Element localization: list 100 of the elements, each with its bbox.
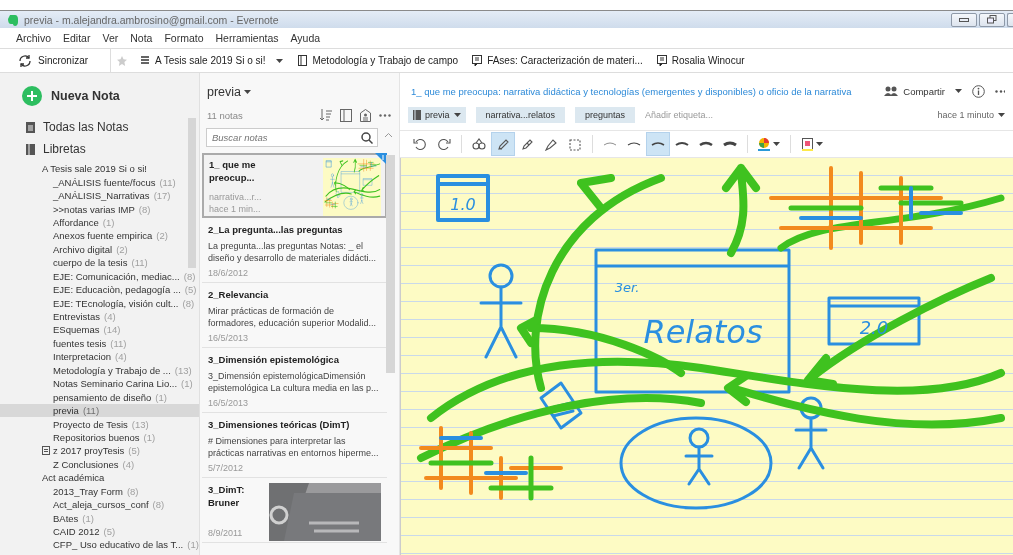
tag-chip[interactable]: narrativa...relatos [475,107,566,123]
stack-icon [140,55,151,66]
window-title: previa - m.alejandra.ambrosino@gmail.com - Evernote [24,13,279,26]
menu-item[interactable]: Ver [96,32,125,44]
notebook-item[interactable]: EJE: Comunicación, mediac... (8) [0,269,199,283]
caret-icon[interactable] [453,113,461,117]
pen-tool[interactable] [491,132,515,156]
collapse-icon[interactable] [385,133,392,137]
notebook-item[interactable]: previa (11) [0,403,199,418]
notebook-item[interactable]: Metodología y Trabajo de ... (13) [0,363,199,377]
notebook-item[interactable]: CFP_ Uso educativo de las T... (1) [0,538,199,552]
note-title-link[interactable]: 1_ que me preocupa: narrativa didáctica y tecnologías (emergentes y disponibles) o oficio de la narrativa [411,85,852,97]
notebook-item[interactable]: Anexos fuente empirica (2) [0,229,199,243]
notebook-item[interactable]: cuerpo de la tesis (11) [0,256,199,270]
note-snippet: Mirar prácticas de formación de formadores, educación superior Modalid... [208,305,378,329]
scrollbar[interactable] [386,155,395,373]
stroke-line-icon [723,141,737,147]
scrollbar[interactable] [188,118,196,268]
info-icon[interactable] [972,84,985,98]
notebook-item[interactable]: >>notas varias IMP (8) [0,202,199,216]
notebook-item[interactable]: EJE: Educaciòn, pedagogía ... (5) [0,282,199,297]
sort-icon[interactable] [320,109,332,121]
notebook-item[interactable]: fuentes tesis (11) [0,336,199,351]
note-date: 8/9/2011 [208,527,244,539]
notebook-item[interactable]: Repositorios buenos (1) [0,430,199,445]
notebook-item[interactable]: Act_aleja_cursos_conf (8) [0,497,199,512]
menu-item[interactable]: Herramientas [209,32,285,44]
stroke-width-option[interactable] [646,132,670,156]
notebooks-item[interactable]: Libretas [0,138,199,160]
menu-item[interactable]: Nota [124,32,159,44]
caret-icon[interactable] [998,113,1005,117]
notebook-item[interactable]: Archivo digital (2) [0,242,199,257]
stroke-line-icon [603,141,617,147]
shapes-icon [472,137,486,151]
color-wheel-icon [758,137,770,151]
minimize-icon [959,17,969,22]
search-icon[interactable] [361,132,373,144]
star-icon[interactable] [117,55,128,66]
more-icon[interactable] [995,89,1005,93]
note-date: hace 1 min... [209,203,262,215]
note-date: 16/5/2013 [208,332,250,344]
restore-button[interactable] [979,12,1005,27]
menu-item[interactable]: Formato [158,32,210,44]
notebook-title[interactable]: previa [207,85,242,99]
note-title: 3_Dimensión epistemológica [208,353,340,366]
notebook-item[interactable]: z 2017 proyTesis (5) [0,444,199,458]
caret-icon[interactable] [276,58,284,63]
note-card[interactable]: 3_DimT: Bruner 8/9/2011 [202,478,387,543]
stack-label[interactable]: A Tesis sale 2019 Si o si! [42,163,147,175]
updated-time[interactable]: hace 1 minuto [937,110,994,120]
search-field[interactable]: Buscar notas [206,128,378,147]
notebook-item[interactable]: Interpretacion (4) [0,350,199,364]
ink-label: Relatos [643,313,763,351]
note-title: 2_La pregunta...las preguntas [208,223,344,236]
notebook-item[interactable]: Entrevistas (4) [0,309,199,324]
shortcut-link[interactable]: A Tesis sale 2019 Si o si! [133,55,273,66]
notebook-item[interactable]: Proyecto de Tesis (13) [0,417,199,431]
note-card[interactable]: 1_ que me preocup... narrativa...r... hace 1 min... [202,153,387,218]
notebook-item[interactable]: 2013_Tray Form (8) [0,484,199,498]
menu-item[interactable]: Ayuda [284,32,327,44]
pen-icon [520,137,534,151]
stack-label[interactable]: Act académica [42,472,105,484]
notebook-item[interactable]: _ANÁLISIS fuente/focus (11) [0,175,199,189]
sync-button[interactable]: Sincronizar [0,49,112,72]
note-snippet: 3_Dimensión epistemológicaDimensión epistemológica La cultura media en las p... [208,370,380,394]
caret-icon[interactable] [815,142,823,146]
shortcut-link[interactable]: FAses: Caracterización de materi... [465,55,650,66]
paper-icon [801,137,813,151]
note-title: 3_Dimensiones teóricas (DimT) [208,418,351,431]
all-notes-item[interactable]: Todas las Notas [0,116,199,138]
stroke-line-icon [675,141,689,147]
menu-item[interactable]: Archivo [10,32,57,44]
shortcut-link[interactable]: Metodología y Trabajo de campo [291,55,466,66]
minimize-button[interactable] [951,12,977,27]
note-title: 3_DimT: Bruner [208,483,246,509]
menu-item[interactable]: Editar [57,32,97,44]
note-card[interactable]: 3_Dimensiones teóricas (DimT) # Dimensiones para interpretar las prácticas narrativas en entornos hiperme... 5/7/2012 [202,413,387,478]
caret-icon[interactable] [955,89,962,93]
notebook-item[interactable]: pensamiento de diseño (1) [0,390,199,404]
shortcut-link[interactable]: Rosalia Winocur [649,55,752,66]
caret-icon[interactable] [244,90,252,94]
note-date: 16/5/2013 [208,397,250,409]
view-icon[interactable] [340,108,352,122]
notebook-item[interactable]: EJE: TEcnología, visión cult... (8) [0,296,199,310]
tag-chip[interactable]: preguntas [575,107,636,123]
notebook-item[interactable]: Notas Seminario Carina Lio... (1) [0,377,199,391]
note-date: 18/6/2012 [208,267,250,279]
notebook-item[interactable]: CAID 2012 (5) [0,524,199,539]
notebook-item[interactable]: ESquemas (14) [0,323,199,337]
notebook-item[interactable]: Affordance (1) [0,215,199,230]
more-icon[interactable] [379,113,391,117]
share-button[interactable]: Compartir [884,85,945,97]
notebook-selector[interactable]: previa [408,107,466,123]
notebook-item[interactable]: _ANÁLISIS_Narrativas (17) [0,188,199,203]
new-note-button[interactable]: Nueva Nota [22,86,120,106]
notebook-item[interactable]: BAtes (1) [0,511,199,525]
reminder-icon[interactable] [360,108,371,122]
notebook-item[interactable]: Z Conclusiones (4) [0,457,199,472]
caret-icon[interactable] [773,142,780,146]
stroke-line-icon [627,141,641,147]
